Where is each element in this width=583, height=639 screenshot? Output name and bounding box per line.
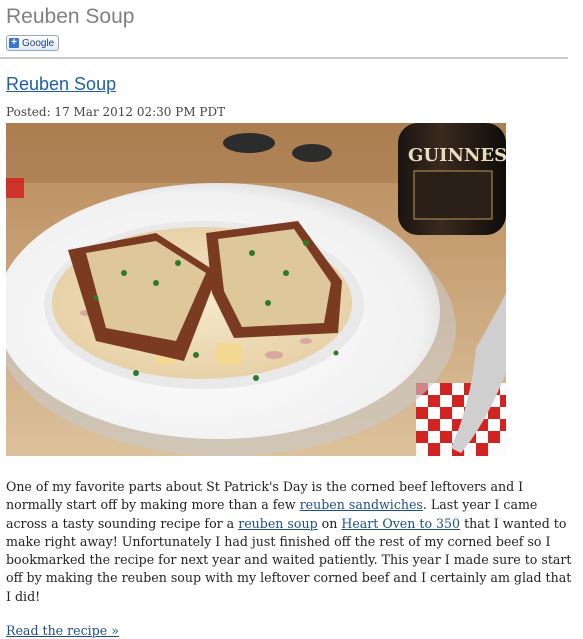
add-to-google-button[interactable]: + Google xyxy=(6,35,60,51)
header-divider xyxy=(0,57,568,59)
post-date: Posted: 17 Mar 2012 02:30 PM PDT xyxy=(6,105,226,119)
reuben-soup-link[interactable]: reuben soup xyxy=(238,516,317,531)
post-body-text-3: on xyxy=(317,515,342,531)
post-body: One of my favorite parts about St Patric… xyxy=(6,478,574,606)
plus-icon: + xyxy=(9,38,19,48)
post-image[interactable]: GUINNESS xyxy=(6,123,506,456)
post: Reuben Soup Posted: 17 Mar 2012 02:30 PM… xyxy=(6,72,571,639)
read-recipe-link[interactable]: Read the recipe » xyxy=(6,623,119,638)
google-button-label: Google xyxy=(22,37,55,49)
page-header: Reuben Soup + Google xyxy=(6,4,566,51)
post-title-link[interactable]: Reuben Soup xyxy=(6,74,116,94)
page-title: Reuben Soup xyxy=(6,5,135,28)
svg-text:GUINNESS: GUINNESS xyxy=(408,145,506,166)
reuben-sandwiches-link[interactable]: reuben sandwiches xyxy=(300,497,423,512)
heart-oven-link[interactable]: Heart Oven to 350 xyxy=(341,516,460,531)
